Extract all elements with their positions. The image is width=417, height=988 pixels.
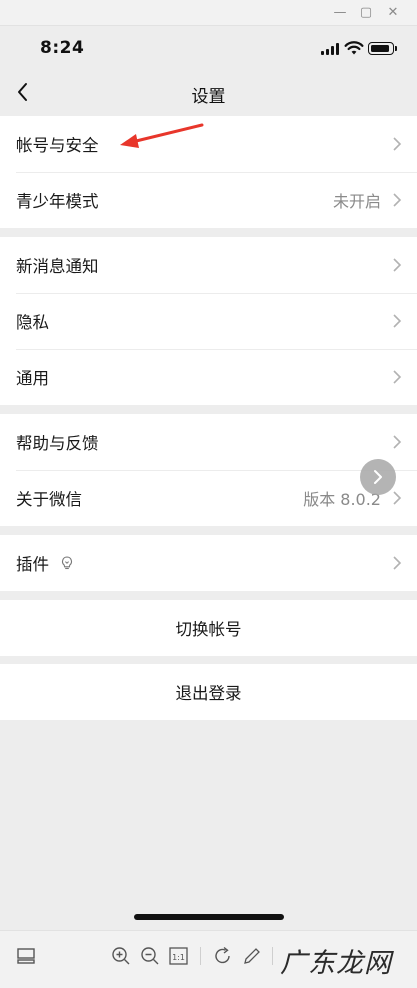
rotate-icon[interactable]: [212, 945, 234, 967]
status-bar: 8:24: [0, 26, 417, 72]
settings-group-logout: 退出登录: [0, 664, 417, 720]
settings-item-notifications[interactable]: 新消息通知: [0, 237, 417, 293]
switch-account-button[interactable]: 切换帐号: [0, 600, 417, 656]
settings-item-help-feedback[interactable]: 帮助与反馈: [0, 414, 417, 470]
cellular-signal-icon: [321, 43, 341, 55]
chevron-right-icon: [374, 470, 382, 484]
navigation-bar: 设置: [0, 72, 417, 116]
settings-item-label: 青少年模式: [16, 192, 99, 211]
watermark-text: 广东龙网: [280, 948, 392, 979]
viewer-toolbar: 1:1 广东龙网: [0, 930, 417, 988]
settings-item-label: 帮助与反馈: [16, 434, 99, 453]
status-time: 8:24: [40, 38, 85, 58]
settings-item-label: 通用: [16, 369, 49, 388]
settings-item-plugins[interactable]: 插件: [0, 535, 417, 591]
zoom-in-icon[interactable]: [110, 945, 132, 967]
close-icon[interactable]: ✕: [384, 4, 402, 22]
page-title: 设置: [191, 87, 226, 107]
window-title-bar: — ▢ ✕: [0, 0, 417, 26]
phone-screen: 8:24 设置 帐号与安全 青少年模式 未开启 新消息通知 隐私 通用 帮助与反…: [0, 26, 417, 930]
settings-item-label: 隐私: [16, 313, 49, 332]
settings-group-account: 帐号与安全 青少年模式 未开启: [0, 116, 417, 228]
layout-icon[interactable]: [16, 945, 38, 967]
chevron-right-icon: [393, 370, 402, 384]
chevron-right-icon: [393, 556, 402, 570]
wifi-icon: [344, 41, 364, 55]
settings-group-switch-account: 切换帐号: [0, 600, 417, 656]
home-indicator[interactable]: [134, 914, 284, 920]
chevron-right-icon: [393, 193, 402, 207]
settings-item-teen-mode[interactable]: 青少年模式 未开启: [0, 172, 417, 228]
switch-account-label: 切换帐号: [175, 620, 242, 639]
chevron-right-icon: [393, 137, 402, 151]
lightbulb-icon: [62, 556, 72, 570]
logout-label: 退出登录: [175, 684, 242, 703]
maximize-icon[interactable]: ▢: [357, 4, 375, 22]
chevron-right-icon: [393, 435, 402, 449]
chevron-right-icon: [393, 314, 402, 328]
floating-next-button[interactable]: [360, 459, 396, 495]
zoom-out-icon[interactable]: [139, 945, 161, 967]
chevron-right-icon: [393, 258, 402, 272]
settings-item-label: 新消息通知: [16, 257, 99, 276]
battery-icon: [368, 42, 397, 55]
settings-group-general: 新消息通知 隐私 通用: [0, 237, 417, 405]
toolbar-divider: [272, 947, 273, 965]
minimize-icon[interactable]: —: [331, 4, 349, 22]
logout-button[interactable]: 退出登录: [0, 664, 417, 720]
settings-group-plugins: 插件: [0, 535, 417, 591]
settings-item-privacy[interactable]: 隐私: [0, 293, 417, 349]
settings-item-value: 未开启: [332, 192, 381, 211]
settings-item-label: 帐号与安全: [16, 136, 99, 155]
settings-group-help: 帮助与反馈 关于微信 版本 8.0.2: [0, 414, 417, 526]
settings-item-label: 插件: [16, 555, 49, 574]
edit-pencil-icon[interactable]: [241, 945, 263, 967]
settings-item-account-security[interactable]: 帐号与安全: [0, 116, 417, 172]
settings-item-general[interactable]: 通用: [0, 349, 417, 405]
settings-item-label: 关于微信: [16, 490, 82, 509]
toolbar-divider: [200, 947, 201, 965]
actual-size-icon[interactable]: 1:1: [168, 945, 190, 967]
settings-item-about[interactable]: 关于微信 版本 8.0.2: [0, 470, 417, 526]
svg-text:1:1: 1:1: [172, 953, 185, 962]
chevron-right-icon: [393, 491, 402, 505]
